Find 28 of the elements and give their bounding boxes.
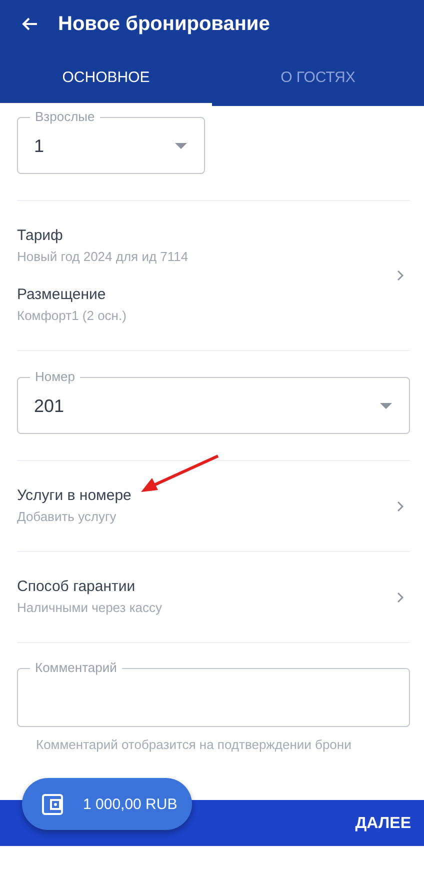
row-subtitle: Наличными через кассу <box>17 599 164 617</box>
row-subtitle: Новый год 2024 для ид 7114 <box>17 248 190 266</box>
tab[interactable]: ОСНОВНОЕ <box>0 48 212 106</box>
row-subtitle: Добавить услугу <box>17 508 118 526</box>
row-title[interactable]: Способ гарантии <box>17 577 397 597</box>
screen-title: Новое бронирование <box>58 12 270 36</box>
row-title[interactable]: Размещение <box>17 285 397 305</box>
field-value: 201 <box>33 395 66 417</box>
field-value: 1 <box>33 135 46 157</box>
row-title[interactable]: Тариф <box>17 226 397 246</box>
field-label: Номер <box>30 369 80 385</box>
chevron-right-icon[interactable] <box>397 592 404 602</box>
dropdown-icon[interactable] <box>380 402 392 408</box>
total-amount-button[interactable]: 1 000,00 RUB <box>22 778 192 830</box>
select-field[interactable]: Взрослые 1 <box>17 109 205 174</box>
row-subtitle: Комфорт1 (2 осн.) <box>17 307 128 325</box>
tab[interactable]: О ГОСТЯХ <box>212 48 424 106</box>
wallet-icon <box>42 794 63 814</box>
back-icon[interactable] <box>22 17 38 31</box>
row-title[interactable]: Услуги в номере <box>17 486 397 506</box>
dropdown-icon[interactable] <box>175 142 187 148</box>
helper-text: Комментарий отобразится на подтверждении брони <box>35 736 352 754</box>
chevron-right-icon[interactable] <box>397 270 404 281</box>
next-button[interactable]: ДАЛЕЕ <box>355 813 411 835</box>
field-label: Взрослые <box>30 109 100 125</box>
select-field[interactable]: Номер 201 <box>17 369 410 434</box>
chevron-right-icon[interactable] <box>397 500 404 512</box>
field-label: Комментарий <box>30 660 122 676</box>
